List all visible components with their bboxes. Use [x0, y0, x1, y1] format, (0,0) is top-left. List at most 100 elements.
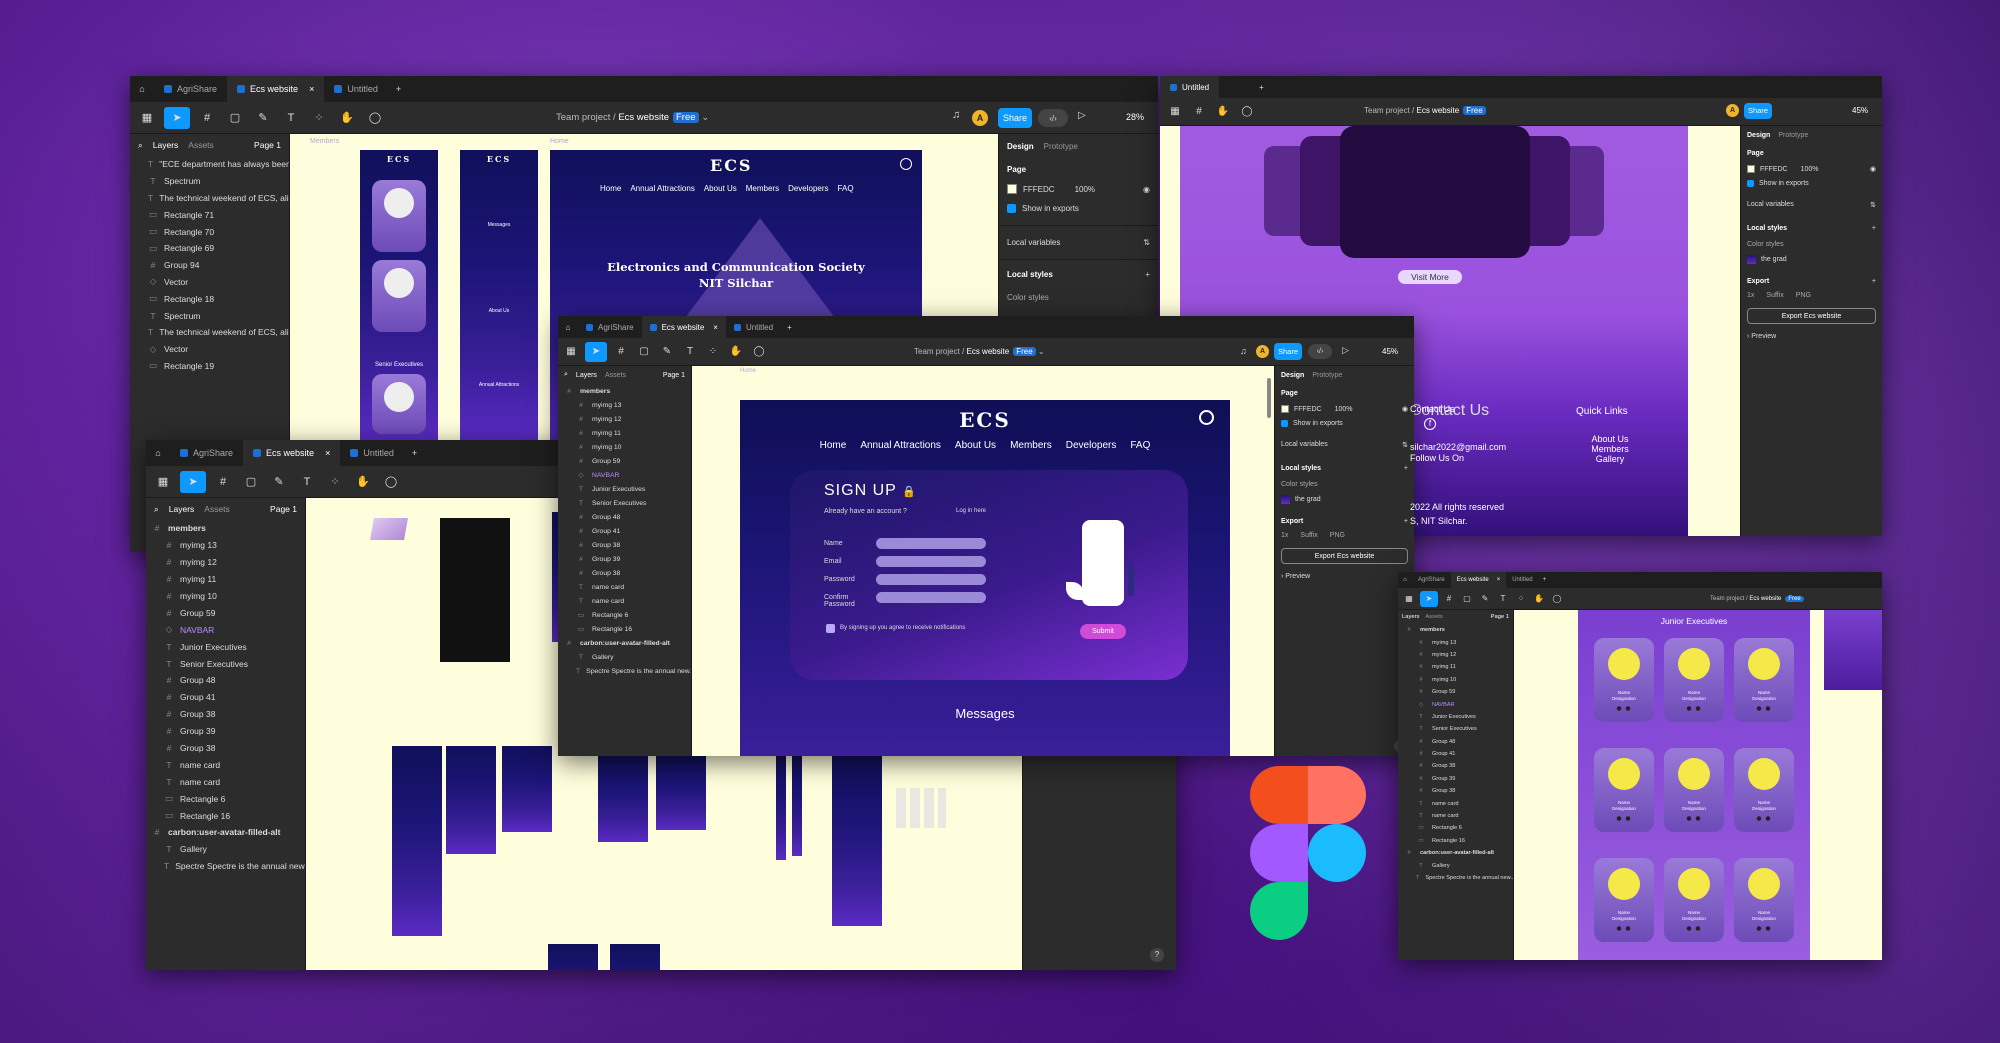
layer-row[interactable]: # members [558, 384, 691, 398]
tab-untitled[interactable]: Untitled [1506, 572, 1538, 588]
field-input[interactable] [876, 592, 986, 603]
comment-tool-icon[interactable]: ◯ [750, 342, 768, 362]
nav-link[interactable]: Members [1010, 440, 1052, 451]
pen-tool-icon[interactable]: ✎ [658, 342, 676, 362]
nav-link[interactable]: Developers [1066, 440, 1117, 451]
layer-row[interactable]: # myimg 12 [1398, 649, 1513, 661]
layer-row[interactable]: ▭ Rectangle 69 [130, 240, 289, 257]
layer-row[interactable]: # members [146, 520, 305, 537]
layer-row[interactable]: Tname card [558, 580, 691, 594]
assets-tab[interactable]: Assets [605, 372, 626, 379]
nav-link[interactable]: Developers [788, 184, 828, 193]
headphones-icon[interactable]: ♫ [1240, 346, 1247, 356]
rectangle-tool-icon[interactable]: ▢ [635, 342, 653, 362]
assets-tab[interactable]: Assets [1425, 614, 1442, 620]
breadcrumb[interactable]: Team project / Ecs website Free [1364, 106, 1486, 115]
tab-agrishare[interactable]: AgriShare [1412, 572, 1451, 588]
tab-ecs-website[interactable]: Ecs website × [243, 440, 341, 466]
layer-row[interactable]: # Group 41 [146, 689, 305, 706]
fill-hex[interactable]: FFFEDC [1023, 185, 1055, 194]
text-tool-icon[interactable]: T [296, 471, 318, 493]
comment-tool-icon[interactable]: ◯ [364, 107, 386, 129]
frame-tool-icon[interactable]: # [212, 471, 234, 493]
layers-tab[interactable]: Layers [1402, 614, 1419, 620]
quick-link[interactable]: Members [1570, 444, 1650, 454]
user-avatar-icon[interactable] [900, 158, 912, 170]
social-icons[interactable] [1686, 816, 1702, 821]
social-icons[interactable] [1756, 926, 1772, 931]
layer-row[interactable]: ◇ Vector [130, 274, 289, 291]
move-tool-icon[interactable]: ➤ [1420, 590, 1438, 607]
close-icon[interactable]: × [309, 84, 314, 94]
layer-row[interactable]: # Group 38 [146, 740, 305, 757]
layer-row[interactable]: T Senior Executives [1398, 723, 1513, 735]
close-icon[interactable]: × [713, 323, 718, 332]
field-input[interactable] [876, 556, 986, 567]
search-icon[interactable]: ⌕ [564, 371, 568, 379]
nav-link[interactable]: About Us [704, 184, 737, 193]
gradient-swatch[interactable] [1281, 495, 1290, 504]
layers-tab[interactable]: Layers [169, 504, 195, 514]
text-tool-icon[interactable]: T [1496, 591, 1510, 607]
layer-row[interactable]: # myimg 11 [146, 571, 305, 588]
add-icon[interactable]: + [1872, 225, 1876, 232]
style-name[interactable]: the grad [1295, 496, 1321, 503]
comment-tool-icon[interactable]: ◯ [380, 471, 402, 493]
layer-row[interactable]: ▭ Rectangle 18 [130, 290, 289, 307]
pen-tool-icon[interactable]: ✎ [252, 107, 274, 129]
layer-row[interactable]: # myimg 10 [558, 440, 691, 454]
components-icon[interactable]: ⁘ [704, 342, 722, 362]
preview-label[interactable]: Preview [1285, 573, 1310, 580]
hand-tool-icon[interactable]: ✋ [1532, 591, 1546, 607]
layer-row[interactable]: # myimg 12 [558, 412, 691, 426]
layer-row[interactable]: Tname card [1398, 810, 1513, 822]
comment-tool-icon[interactable]: ◯ [1238, 103, 1256, 121]
layer-row[interactable]: # Group 59 [146, 604, 305, 621]
layer-row[interactable]: ◇ NAVBAR [1398, 698, 1513, 710]
assets-tab[interactable]: Assets [188, 140, 214, 150]
eye-icon[interactable]: ◉ [1402, 405, 1408, 413]
nav-link[interactable]: FAQ [1130, 440, 1150, 451]
export-button[interactable]: Export Ecs website [1281, 548, 1408, 564]
add-icon[interactable]: + [1404, 518, 1408, 525]
layers-tab[interactable]: Layers [576, 372, 597, 379]
zoom-level[interactable]: 45% [1382, 347, 1398, 356]
tab-untitled[interactable]: Untitled [340, 440, 404, 466]
layer-row[interactable]: T Junior Executives [146, 638, 305, 655]
share-button[interactable]: Share [998, 108, 1032, 128]
layer-row[interactable]: # Group 94 [130, 257, 289, 274]
gradient-swatch[interactable] [1747, 255, 1756, 264]
help-button[interactable]: ? [1150, 948, 1164, 962]
field-input[interactable] [876, 574, 986, 585]
new-tab-button[interactable]: + [396, 84, 401, 94]
prototype-tab[interactable]: Prototype [1778, 132, 1808, 139]
preview-label[interactable]: Preview [1751, 333, 1776, 340]
figma-menu-icon[interactable]: ▦ [1166, 103, 1184, 121]
layer-row[interactable]: # Group 41 [558, 524, 691, 538]
export-format[interactable]: PNG [1796, 292, 1811, 299]
figma-menu-icon[interactable]: ▦ [136, 107, 158, 129]
new-tab-button[interactable]: + [1543, 577, 1547, 583]
dev-mode-toggle-icon[interactable]: ‹/› [1308, 344, 1332, 359]
social-icons[interactable] [1756, 816, 1772, 821]
fill-hex[interactable]: FFFEDC [1294, 406, 1322, 413]
chevron-right-icon[interactable]: › [1281, 573, 1283, 580]
variables-icon[interactable]: ⇅ [1402, 441, 1408, 449]
nav-link[interactable]: Annual Attractions [860, 440, 941, 451]
layer-row[interactable]: T Junior Executives [558, 482, 691, 496]
layer-row[interactable]: # carbon:user-avatar-filled-alt [558, 636, 691, 650]
variables-icon[interactable]: ⇅ [1143, 238, 1150, 247]
page-selector[interactable]: Page 1 [270, 504, 297, 514]
design-canvas[interactable]: Junior Executives Name Designation Name Des… [1514, 610, 1882, 960]
fill-swatch[interactable] [1747, 165, 1755, 173]
layer-row[interactable]: # myimg 13 [558, 398, 691, 412]
comment-tool-icon[interactable]: ◯ [1550, 591, 1564, 607]
visit-more-button[interactable]: Visit More [1398, 270, 1462, 284]
home-icon[interactable]: ⌂ [1398, 572, 1412, 588]
layer-row[interactable]: Tname card [558, 594, 691, 608]
rectangle-tool-icon[interactable]: ▢ [1460, 591, 1474, 607]
page-selector[interactable]: Page 1 [663, 372, 685, 379]
layer-row[interactable]: Tname card [146, 756, 305, 773]
export-button[interactable]: Export Ecs website [1747, 308, 1876, 324]
new-tab-button[interactable]: + [1259, 83, 1264, 92]
